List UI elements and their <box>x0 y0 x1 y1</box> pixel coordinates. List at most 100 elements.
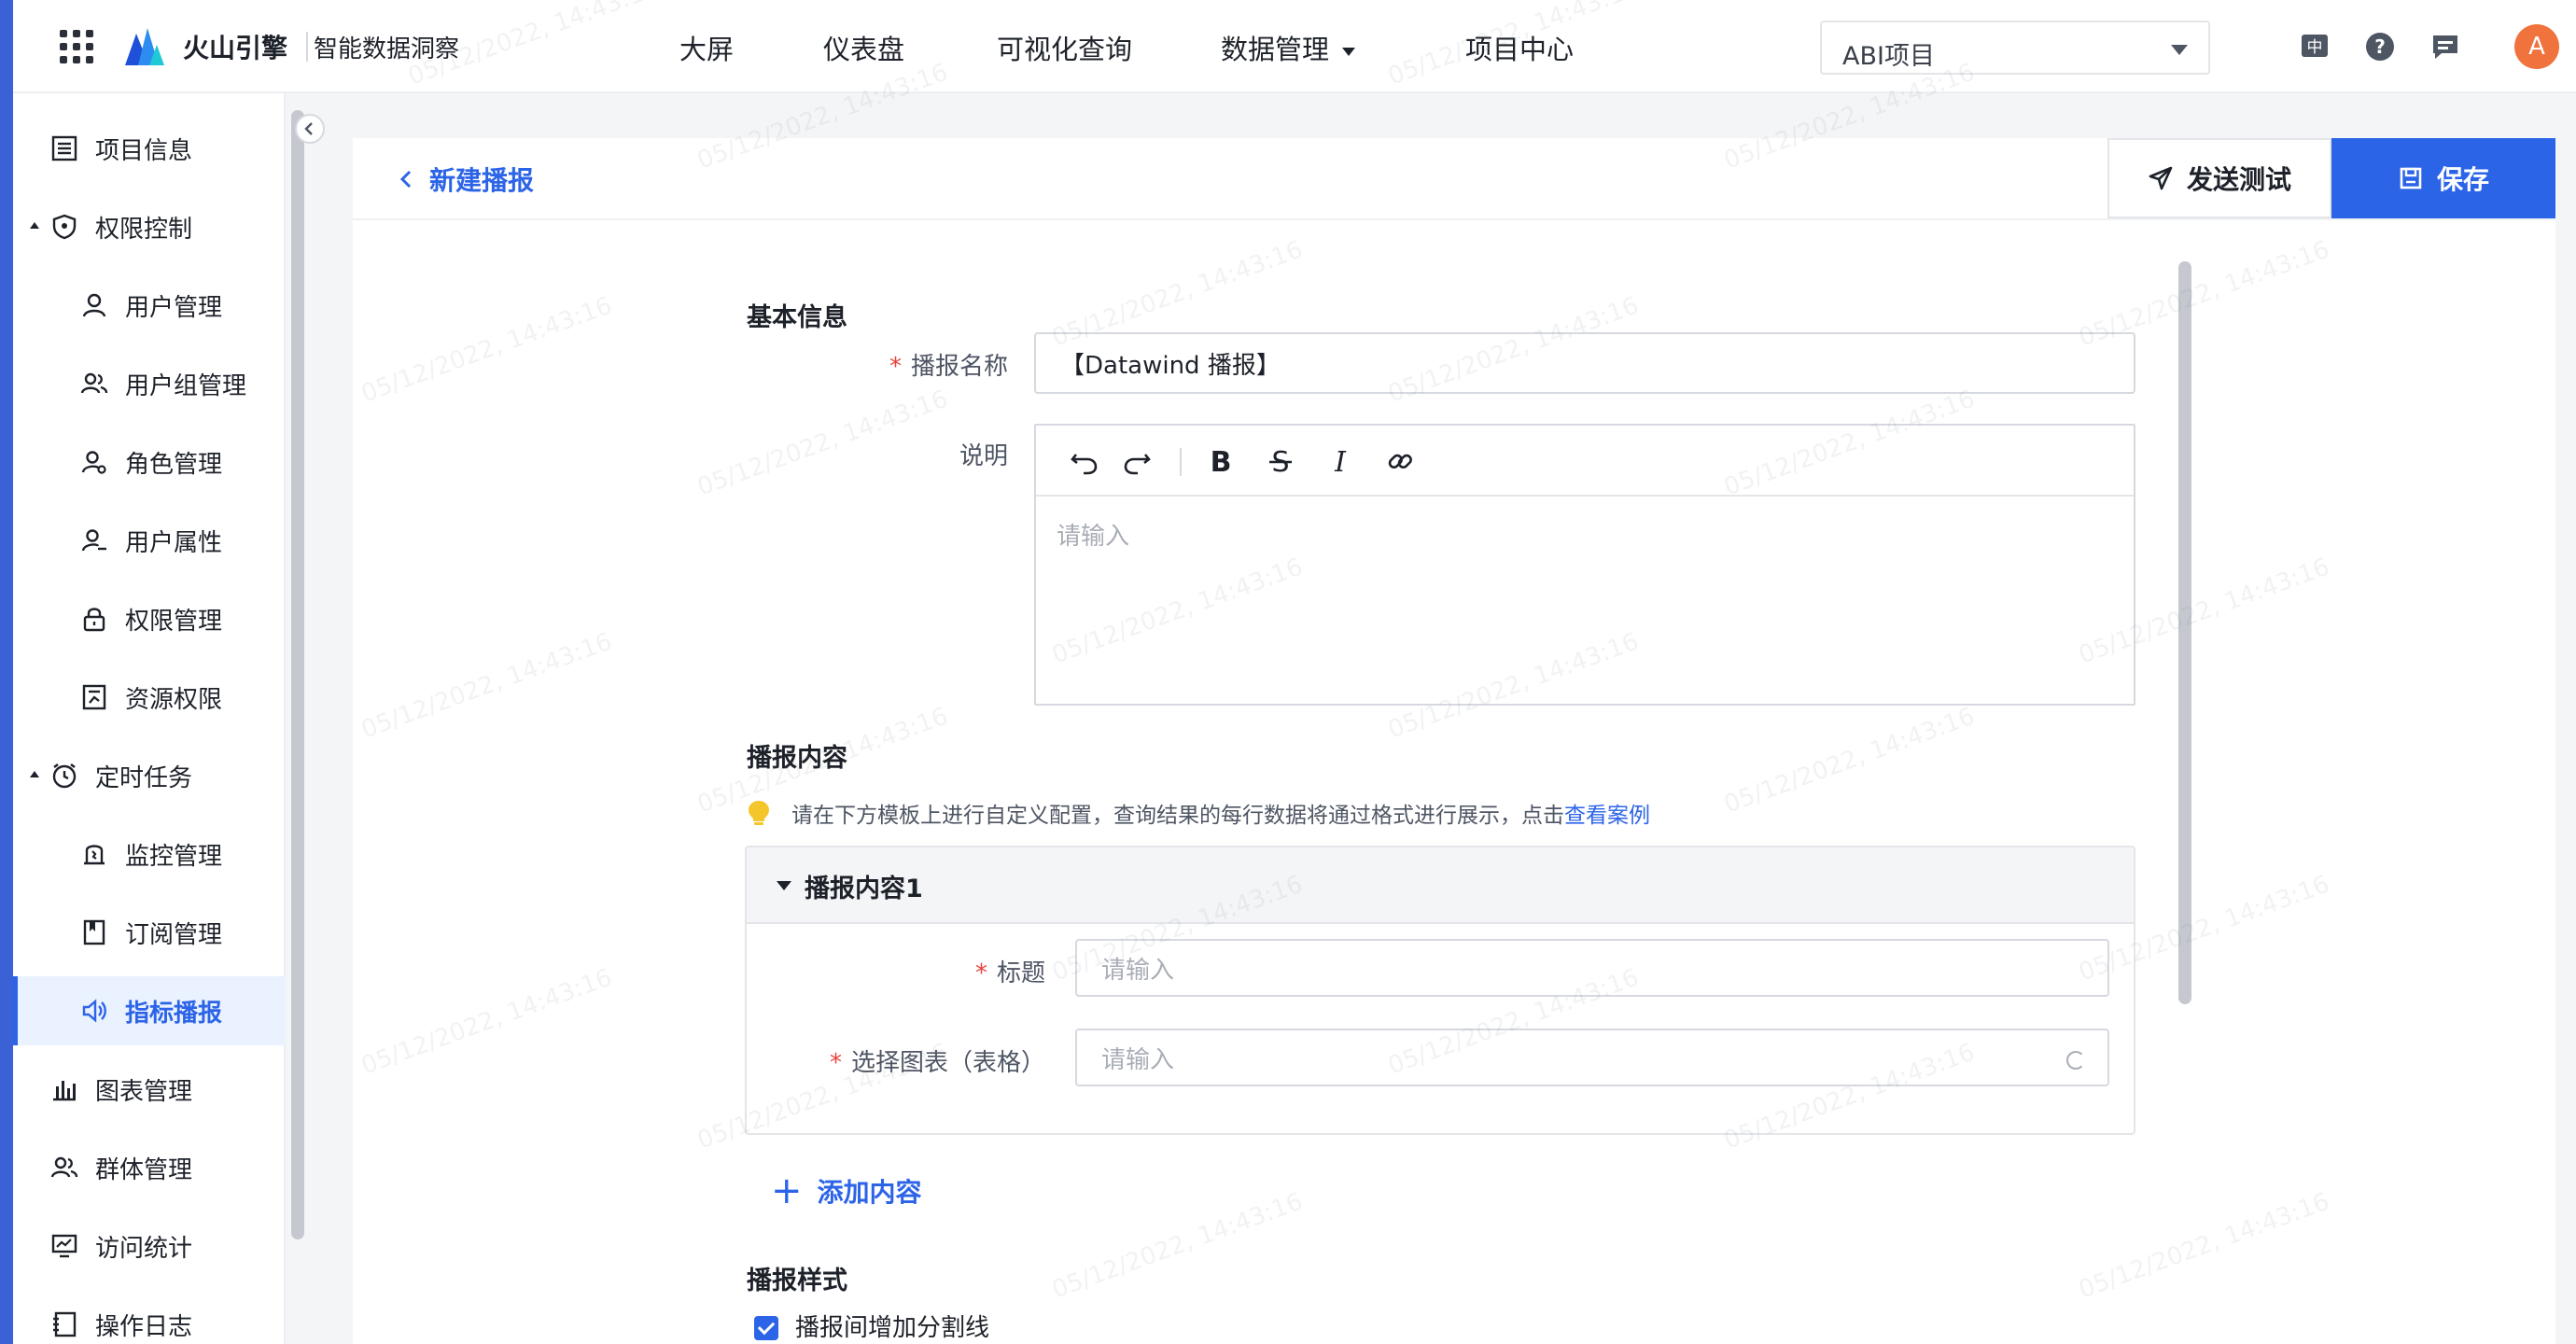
undo-icon[interactable] <box>1068 444 1101 478</box>
sidebar-item-resource-permission[interactable]: 资源权限 <box>13 663 286 732</box>
bold-icon[interactable]: B <box>1204 444 1238 478</box>
sidebar-group-permission[interactable]: 权限控制 <box>13 192 286 261</box>
description-placeholder: 请输入 <box>1057 523 1130 551</box>
description-label: 说明 <box>959 442 1008 470</box>
broadcast-name-input[interactable]: 【Datawind 播报】 <box>1034 332 2135 394</box>
group-icon <box>50 1156 78 1178</box>
page-header: 新建播报 发送测试 保存 <box>353 138 2555 220</box>
loading-spinner-icon <box>2066 1051 2085 1070</box>
redo-icon[interactable] <box>1120 444 1154 478</box>
svg-text:?: ? <box>2374 35 2386 58</box>
chart-select-input[interactable]: 请输入 <box>1075 1029 2109 1086</box>
divider-checkbox-row[interactable]: 播报间增加分割线 <box>754 1309 989 1344</box>
italic-icon[interactable]: I <box>1323 444 1357 478</box>
speaker-icon <box>82 999 106 1023</box>
sidebar-item-label: 监控管理 <box>125 842 223 871</box>
volcano-logo-icon <box>125 28 164 65</box>
description-editor[interactable]: B S I 请输入 <box>1034 424 2135 706</box>
divider-checkbox-label: 播报间增加分割线 <box>795 1309 989 1344</box>
clock-icon <box>52 763 77 789</box>
sidebar-item-access-statistics[interactable]: 访问统计 <box>13 1211 286 1281</box>
sidebar-item-label: 用户属性 <box>125 528 223 557</box>
nav-data-management[interactable]: 数据管理 <box>1221 28 1356 67</box>
project-select-value: ABI项目 <box>1842 42 1935 71</box>
title-label: * 标题 <box>896 954 1045 988</box>
sidebar-item-label: 项目信息 <box>95 136 193 165</box>
collapse-triangle-icon <box>777 881 791 890</box>
lightbulb-icon <box>749 801 769 825</box>
plus-icon: + <box>771 1169 803 1212</box>
project-select[interactable]: ABI项目 <box>1820 21 2210 75</box>
expand-triangle-icon <box>30 771 39 777</box>
broadcast-name-label: * 播报名称 <box>840 347 1008 382</box>
svg-text:B: B <box>1211 446 1232 478</box>
add-content-button[interactable]: + 添加内容 <box>771 1172 922 1210</box>
toolbar-divider <box>1180 448 1182 476</box>
sidebar-item-metric-broadcast[interactable]: 指标播报 <box>13 976 286 1045</box>
required-mark: * <box>974 959 987 987</box>
sidebar-item-chart-management[interactable]: 图表管理 <box>13 1055 286 1124</box>
caret-down-icon <box>1342 47 1356 56</box>
sidebar-group-scheduled-tasks[interactable]: 定时任务 <box>13 741 286 810</box>
sidebar-collapse-button[interactable] <box>295 114 325 144</box>
bar-chart-icon <box>53 1081 76 1101</box>
sidebar-item-user-attributes[interactable]: 用户属性 <box>13 506 286 575</box>
sidebar-item-operation-log[interactable]: 操作日志 <box>13 1290 286 1344</box>
sidebar-item-label: 操作日志 <box>95 1312 193 1341</box>
send-test-label: 发送测试 <box>2186 164 2291 195</box>
svg-text:I: I <box>1334 446 1347 478</box>
send-test-button[interactable]: 发送测试 <box>2107 138 2331 218</box>
window-edge <box>0 0 13 1344</box>
save-button[interactable]: 保存 <box>2331 138 2555 218</box>
product-name: 智能数据洞察 <box>314 35 460 63</box>
content-panel-header[interactable]: 播报内容1 <box>747 847 2134 924</box>
brand-name: 火山引擎 <box>183 33 288 63</box>
expand-triangle-icon <box>30 222 39 229</box>
sidebar-item-label: 群体管理 <box>95 1155 193 1184</box>
lock-icon <box>83 608 105 632</box>
strikethrough-icon[interactable]: S <box>1264 444 1297 478</box>
back-button[interactable]: 新建播报 <box>396 161 534 198</box>
user-icon <box>82 293 106 317</box>
page-title: 新建播报 <box>429 165 535 196</box>
language-icon[interactable]: 中 <box>2300 32 2330 62</box>
sidebar: 项目信息 权限控制 用户管理 用户组管理 角色管理 用户属性 权限管理 资源权限… <box>13 93 286 1344</box>
form-scrollbar-thumb[interactable] <box>2178 261 2191 1004</box>
log-icon <box>53 1311 77 1337</box>
nav-visual-query[interactable]: 可视化查询 <box>997 28 1132 67</box>
add-content-label: 添加内容 <box>817 1177 922 1208</box>
sidebar-item-user-management[interactable]: 用户管理 <box>13 271 286 340</box>
sidebar-item-group-management[interactable]: 群体管理 <box>13 1133 286 1202</box>
nav-dashboard[interactable]: 仪表盘 <box>823 28 904 67</box>
chevron-down-icon <box>2171 45 2188 55</box>
link-icon[interactable] <box>1383 444 1417 478</box>
sidebar-item-label: 用户组管理 <box>125 371 247 400</box>
sidebar-item-permission-management[interactable]: 权限管理 <box>13 584 286 653</box>
sidebar-item-role-management[interactable]: 角色管理 <box>13 427 286 497</box>
section-basic-info: 基本信息 <box>747 303 847 332</box>
sidebar-item-project-info[interactable]: 项目信息 <box>13 114 286 183</box>
required-mark: * <box>889 353 902 381</box>
sidebar-item-monitor-management[interactable]: 监控管理 <box>13 819 286 889</box>
message-icon[interactable] <box>2430 32 2460 62</box>
section-broadcast-style: 播报样式 <box>747 1267 847 1295</box>
view-example-link[interactable]: 查看案例 <box>1564 797 1650 829</box>
sidebar-scrollbar-thumb[interactable] <box>291 110 304 1239</box>
sidebar-item-subscription-management[interactable]: 订阅管理 <box>13 898 286 967</box>
user-avatar[interactable]: A <box>2514 24 2559 69</box>
chevron-left-icon <box>304 122 313 135</box>
nav-project-center[interactable]: 项目中心 <box>1465 28 1574 67</box>
sidebar-item-label: 指标播报 <box>125 999 223 1028</box>
help-icon[interactable]: ? <box>2365 32 2395 62</box>
sidebar-item-label: 图表管理 <box>95 1077 193 1106</box>
apps-grid-icon[interactable] <box>60 30 93 63</box>
broadcast-name-label-text: 播报名称 <box>910 353 1008 381</box>
save-icon <box>2400 167 2422 189</box>
nav-dashboard-screen[interactable]: 大屏 <box>679 28 734 67</box>
sidebar-item-user-group-management[interactable]: 用户组管理 <box>13 349 286 418</box>
nav-data-management-label: 数据管理 <box>1221 34 1330 65</box>
top-header: 火山引擎 智能数据洞察 大屏 仪表盘 可视化查询 数据管理 项目中心 ABI项目… <box>13 0 2576 93</box>
title-input[interactable]: 请输入 <box>1075 939 2109 997</box>
divider-checkbox[interactable] <box>754 1315 778 1340</box>
sidebar-item-label: 资源权限 <box>125 685 223 714</box>
